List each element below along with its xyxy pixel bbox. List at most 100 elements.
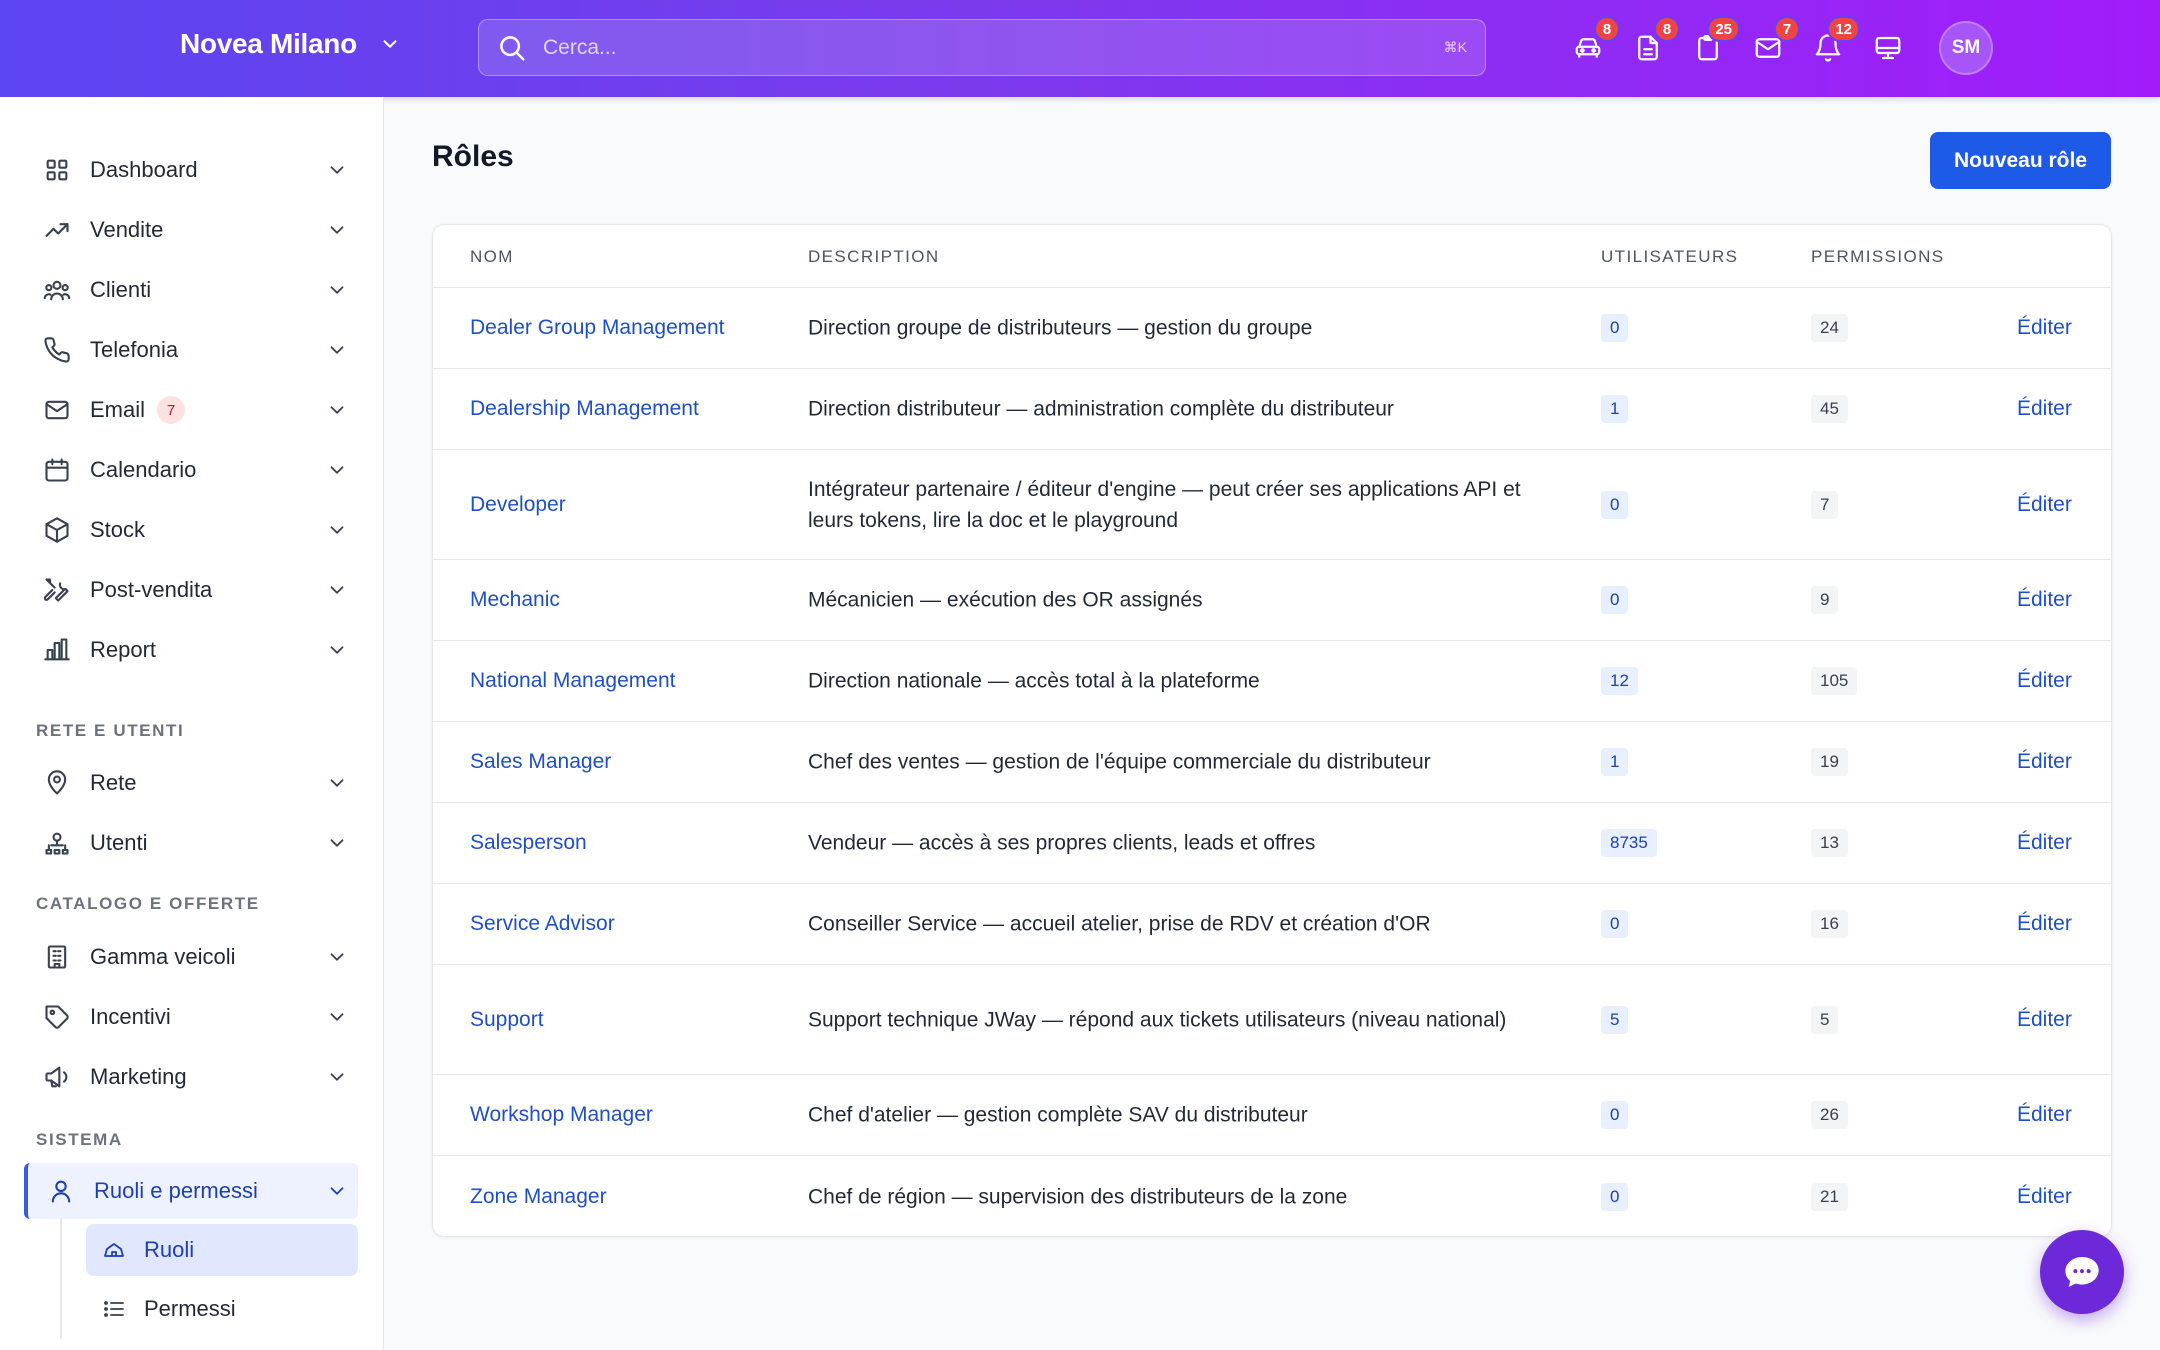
permissions-count-badge: 26 [1811,1101,1848,1129]
role-description: Chef de région — supervision des distrib… [808,1185,1348,1208]
role-name-link[interactable]: Mechanic [470,588,560,612]
search-input[interactable] [543,35,1444,60]
grid-icon [42,155,72,185]
mail-button[interactable]: 7 [1750,16,1800,72]
sidebar-subitem-ruoli[interactable]: Ruoli [86,1224,358,1276]
column-header-users: UTILISATEURS [1601,247,1739,266]
role-description: Support technique JWay — répond aux tick… [808,1008,1507,1031]
edit-role-link[interactable]: Éditer [2017,1185,2072,1209]
monitor-button[interactable] [1870,24,1906,72]
notifications-button[interactable]: 12 [1810,16,1860,72]
sidebar-item-ruoli-e-permessi[interactable]: Ruoli e permessi [24,1163,358,1219]
table-row: National Management Direction nationale —… [433,641,2111,722]
chevron-down-icon [330,646,344,654]
role-name-link[interactable]: Service Advisor [470,912,615,936]
role-name-link[interactable]: Dealership Management [470,397,699,421]
sidebar-item-calendario[interactable]: Calendario [24,442,358,498]
edit-role-link[interactable]: Éditer [2017,397,2072,421]
sidebar-subitem-permessi[interactable]: Permessi [86,1283,358,1335]
sidebar-item-stock[interactable]: Stock [24,502,358,558]
users-count-badge: 0 [1601,586,1629,614]
chevron-down-icon [330,1073,344,1081]
role-name-link[interactable]: Zone Manager [470,1185,607,1209]
user-avatar[interactable]: SM [1939,21,1993,75]
chevron-down-icon [330,1013,344,1021]
clipboard-button[interactable]: 25 [1690,16,1740,72]
role-name-link[interactable]: Salesperson [470,831,587,855]
sidebar-item-label: Vendite [90,217,164,242]
table-row: Service Advisor Conseiller Service — accu… [433,884,2111,965]
edit-role-link[interactable]: Éditer [2017,912,2072,936]
sidebar-item-label: Clienti [90,277,152,302]
edit-role-link[interactable]: Éditer [2017,750,2072,774]
role-name-link[interactable]: Dealer Group Management [470,316,724,340]
search-bar[interactable]: ⌘K [478,19,1486,76]
section-title-catalog: CATALOGO E OFFERTE [36,894,260,913]
table-row: Salesperson Vendeur — accès à ses propres… [433,803,2111,884]
calendar-icon [42,455,72,485]
edit-role-link[interactable]: Éditer [2017,316,2072,340]
role-description: Chef des ventes — gestion de l'équipe co… [808,750,1431,774]
chevron-down-icon [330,953,344,961]
new-role-button[interactable]: Nouveau rôle [1930,132,2111,189]
pin-icon [42,768,72,798]
section-title-system: SISTEMA [36,1130,123,1149]
edit-role-link[interactable]: Éditer [2017,1103,2072,1127]
notification-badge: 8 [1654,16,1680,42]
users-count-badge: 0 [1601,314,1629,342]
sidebar-item-report[interactable]: Report [24,622,358,678]
permissions-count-badge: 19 [1811,748,1848,776]
sidebar-item-vendite[interactable]: Vendite [24,202,358,258]
users-icon [42,275,72,305]
notification-badge: 25 [1707,16,1740,42]
sidebar-item-clienti[interactable]: Clienti [24,262,358,318]
role-name-link[interactable]: National Management [470,669,675,693]
role-description: Direction groupe de distributeurs — gest… [808,316,1313,340]
sidebar-item-incentivi[interactable]: Incentivi [24,989,358,1045]
chevron-down-icon [330,226,344,234]
edit-role-link[interactable]: Éditer [2017,669,2072,693]
chevron-down-icon [330,1187,344,1195]
table-row: Support Support technique JWay — répond a… [433,965,2111,1075]
sidebar-item-rete[interactable]: Rete [24,755,358,811]
role-name-link[interactable]: Developer [470,493,566,517]
chat-button[interactable] [2040,1230,2124,1314]
sidebar-item-gamma-veicoli[interactable]: Gamma veicoli [24,929,358,985]
permissions-count-badge: 5 [1811,1005,1839,1034]
edit-role-link[interactable]: Éditer [2017,493,2072,517]
sidebar-item-utenti[interactable]: Utenti [24,815,358,871]
permissions-count-badge: 45 [1811,395,1848,423]
submenu-guide-line [60,1219,62,1339]
tools-icon [42,575,72,605]
table-row: Dealership Management Direction distribut… [433,369,2111,450]
permissions-count-badge: 24 [1811,314,1848,342]
permissions-count-badge: 105 [1811,667,1858,695]
chevron-down-icon [383,40,397,48]
role-description: Direction distributeur — administration … [808,397,1394,421]
sidebar-item-email[interactable]: Email 7 [24,382,358,438]
sidebar-item-dashboard[interactable]: Dashboard [24,142,358,198]
edit-role-link[interactable]: Éditer [2017,1008,2072,1032]
edit-role-link[interactable]: Éditer [2017,831,2072,855]
role-name-link[interactable]: Workshop Manager [470,1103,653,1127]
chevron-down-icon [330,286,344,294]
notification-badge: 8 [1594,16,1620,42]
brand-name: Novea Milano [180,28,357,59]
sidebar-item-post-vendita[interactable]: Post-vendita [24,562,358,618]
document-button[interactable]: 8 [1630,16,1680,72]
search-icon [500,35,525,60]
sidebar-item-marketing[interactable]: Marketing [24,1049,358,1105]
column-header-permissions: PERMISSIONS [1811,247,1945,266]
role-name-link[interactable]: Support [470,1008,544,1032]
car-button[interactable]: 8 [1570,16,1620,72]
top-bar: Novea Milano ⌘K 8 8 25 7 12 S [0,0,2160,97]
sidebar-item-telefonia[interactable]: Telefonia [24,322,358,378]
brand-switcher[interactable]: Novea Milano [180,28,401,60]
column-header-description: DESCRIPTION [808,247,940,266]
sidebar-item-label: Rete [90,770,137,795]
users-count-badge: 1 [1601,748,1629,776]
edit-role-link[interactable]: Éditer [2017,588,2072,612]
chat-bubble-icon [2065,1257,2099,1287]
role-name-link[interactable]: Sales Manager [470,750,611,774]
permissions-count-badge: 16 [1811,910,1848,938]
